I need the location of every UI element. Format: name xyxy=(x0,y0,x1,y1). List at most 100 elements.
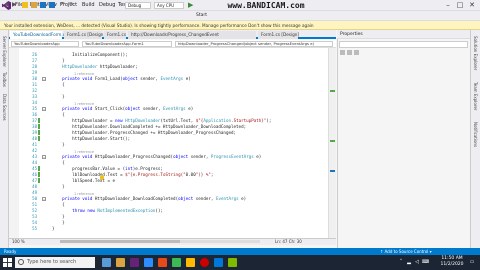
windows-start-icon[interactable] xyxy=(3,258,12,267)
task-view-icon[interactable] xyxy=(102,258,111,267)
bandicam-icon[interactable] xyxy=(200,258,209,267)
tray-up-arrow-icon[interactable]: ˄ xyxy=(398,259,404,265)
chrome-icon[interactable] xyxy=(172,258,181,267)
properties-object-dropdown[interactable] xyxy=(339,41,468,48)
close-button[interactable]: ✕ xyxy=(466,0,478,11)
code-line[interactable]: { xyxy=(52,112,65,117)
collapse-region-icon[interactable]: − xyxy=(42,106,46,111)
folder-app-icon[interactable] xyxy=(186,258,195,267)
data-sources-tab[interactable]: Data Sources xyxy=(2,94,7,121)
code-line[interactable]: } xyxy=(52,58,65,63)
code-line[interactable]: { xyxy=(52,160,65,165)
menu-build[interactable]: Build xyxy=(82,2,95,8)
tab-form1-design-2[interactable]: Form1.cs [Design] xyxy=(258,31,299,39)
code-line[interactable]: } xyxy=(52,184,65,189)
tab-http-downloads[interactable]: http://Downloads/Progress_ChangedEvent xyxy=(128,31,256,39)
keyboard-icon[interactable]: ⌨ xyxy=(422,259,429,265)
class-dropdown[interactable]: YouTubeDownloaderApp.Form1 xyxy=(82,41,172,47)
maximize-button[interactable]: □ xyxy=(454,0,466,11)
code-line[interactable]: httpDownloader = new HttpDownloader(txtU… xyxy=(52,118,271,123)
code-line[interactable]: lblSpeed.Text = e xyxy=(52,178,115,183)
code-line[interactable] xyxy=(52,148,62,153)
save-icon[interactable] xyxy=(40,2,46,8)
volume-icon[interactable]: ◁ xyxy=(414,259,420,265)
code-line[interactable]: httpDownloader.ProgressChanged += HttpDo… xyxy=(52,130,236,135)
tab-youtube-download-form[interactable]: YouTubeDownloadForm.cs xyxy=(10,31,67,39)
open-folder-icon[interactable] xyxy=(31,2,37,8)
network-icon[interactable]: ▂ xyxy=(406,259,412,265)
code-line[interactable]: progressBar.Value = (int)e.Progress; xyxy=(52,166,163,171)
notifications-tab[interactable]: Notifications xyxy=(473,122,478,147)
code-line[interactable]: InitializeComponent(); xyxy=(52,52,127,57)
code-line[interactable]: HttpDownloader httpDownloader; xyxy=(52,64,138,69)
code-line[interactable] xyxy=(52,70,62,75)
code-line[interactable] xyxy=(52,88,62,93)
project-dropdown[interactable]: YouTubeDownloaderApp xyxy=(11,41,79,47)
platform-dropdown[interactable]: Any CPU xyxy=(154,2,184,9)
code-line[interactable]: } xyxy=(52,142,65,147)
codelens-reference[interactable]: 1 reference xyxy=(74,192,94,196)
code-line[interactable]: httpDownloader.Start(); xyxy=(52,136,130,141)
code-line[interactable]: } xyxy=(52,94,65,99)
line-number: 36 xyxy=(32,112,37,117)
notification-center-icon[interactable]: ▭ xyxy=(469,259,475,265)
collapse-region-icon[interactable]: − xyxy=(42,76,46,81)
visual-studio-taskbar-icon[interactable] xyxy=(130,258,139,267)
code-line[interactable]: httpDownloader.DownloadCompleted += Http… xyxy=(52,124,246,129)
toolbox-tab[interactable]: Toolbox xyxy=(2,72,7,87)
alphabetical-icon[interactable] xyxy=(347,50,352,55)
code-line[interactable]: private void HttpDownloader_ProgressChan… xyxy=(52,154,261,159)
minimize-button[interactable]: – xyxy=(442,0,454,11)
properties-icon[interactable] xyxy=(354,50,359,55)
code-line[interactable]: private void HttpDownloader_DownloadComp… xyxy=(52,196,246,201)
collapse-region-icon[interactable]: − xyxy=(42,154,46,159)
solution-explorer-tab[interactable]: Solution Explorer xyxy=(473,36,478,70)
new-file-icon[interactable] xyxy=(22,2,28,8)
zoom-level[interactable]: 100 % xyxy=(12,239,25,244)
team-explorer-tab[interactable]: Team Explorer xyxy=(473,82,478,111)
horizontal-scroll-thumb[interactable] xyxy=(60,240,180,243)
tab-form1-code[interactable]: Form1.cs xyxy=(104,31,126,39)
code-line[interactable] xyxy=(52,100,62,105)
scrollbar-change-marker xyxy=(330,140,335,142)
clock-date[interactable]: 11/2/2020 xyxy=(437,262,467,268)
code-line[interactable]: private void Form1_Load(object sender, E… xyxy=(52,76,191,81)
code-line[interactable]: } xyxy=(52,214,65,219)
categorized-icon[interactable] xyxy=(340,50,345,55)
store-icon[interactable] xyxy=(228,258,237,267)
save-all-icon[interactable] xyxy=(49,2,55,8)
taskbar-search-input[interactable]: Type here to search xyxy=(15,257,95,268)
undo-icon[interactable]: ↶ xyxy=(60,2,66,8)
lightbulb-icon[interactable] xyxy=(100,175,104,180)
codelens-reference[interactable]: 1 reference xyxy=(74,102,94,106)
redo-icon[interactable]: ↷ xyxy=(69,2,75,8)
editor-vertical-scrollbar[interactable] xyxy=(328,48,336,238)
code-line[interactable]: { xyxy=(52,82,65,87)
add-to-source-control[interactable]: ↑ Add to Source Control ▾ xyxy=(380,248,432,255)
code-line[interactable]: { xyxy=(52,202,65,207)
indicator-margin[interactable] xyxy=(9,48,19,238)
code-line[interactable]: lblDownloaded.Text = $"{e.Progress.ToStr… xyxy=(52,172,213,177)
back-icon[interactable]: ◀ xyxy=(4,2,10,8)
start-button-label[interactable]: Start xyxy=(196,13,207,18)
media-player-icon[interactable] xyxy=(158,258,167,267)
codelens-reference[interactable]: 1 reference xyxy=(74,150,94,154)
member-dropdown[interactable]: httpDownloader_ProgressChanged(object se… xyxy=(175,41,333,47)
start-icon[interactable]: ▶ xyxy=(188,2,194,9)
codelens-reference[interactable]: 1 reference xyxy=(74,72,94,76)
code-line[interactable]: } xyxy=(52,220,65,225)
code-line[interactable] xyxy=(52,190,62,195)
code-line[interactable]: } xyxy=(52,226,55,231)
code-line[interactable]: throw new NotImplementedException(); xyxy=(52,208,163,213)
mail-icon[interactable] xyxy=(214,258,223,267)
status-ready: Ready xyxy=(4,249,17,254)
tab-form1-design[interactable]: Form1.cs [Design] xyxy=(64,31,105,39)
menu-debug[interactable]: Debug xyxy=(99,2,115,8)
file-explorer-icon[interactable] xyxy=(116,258,125,267)
server-explorer-tab[interactable]: Server Explorer xyxy=(2,36,7,67)
collapse-region-icon[interactable]: − xyxy=(42,196,46,201)
forward-icon[interactable]: ▶ xyxy=(12,2,18,8)
code-line[interactable]: private void Start_Click(object sender, … xyxy=(52,106,193,111)
edge-icon[interactable] xyxy=(144,258,153,267)
configuration-dropdown[interactable]: Debug xyxy=(125,2,151,9)
